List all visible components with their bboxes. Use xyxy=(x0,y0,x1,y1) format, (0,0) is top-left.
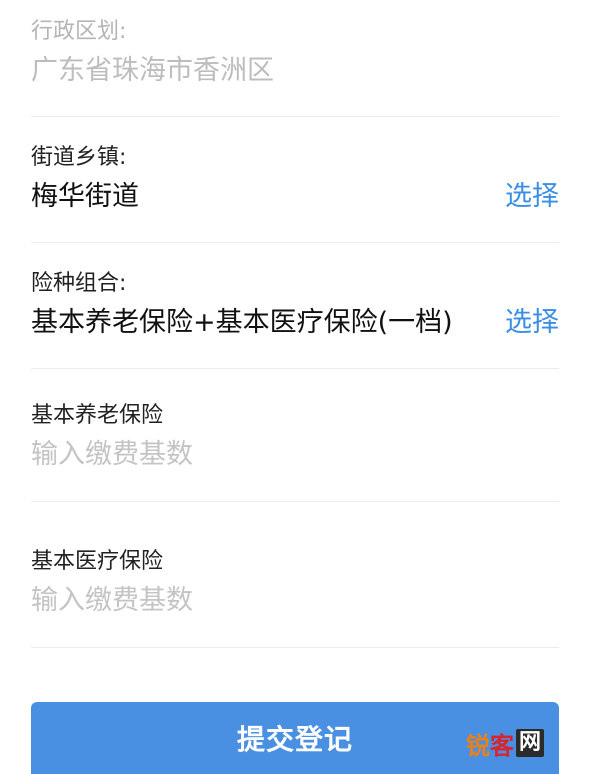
pension-field: 基本养老保险 输入缴费基数 xyxy=(31,402,559,482)
divider xyxy=(31,242,559,243)
insurance-combo-field: 险种组合: 基本养老保险+基本医疗保险(一档) 选择 xyxy=(31,270,559,350)
street-value: 梅华街道 xyxy=(31,181,139,212)
pension-base-input[interactable]: 输入缴费基数 xyxy=(31,438,193,472)
medical-field: 基本医疗保险 输入缴费基数 xyxy=(31,548,559,628)
medical-label: 基本医疗保险 xyxy=(31,549,164,574)
region-value: 广东省珠海市香洲区 xyxy=(31,55,274,86)
street-field: 街道乡镇: 梅华街道 选择 xyxy=(31,144,559,224)
watermark-part: 客 xyxy=(489,731,514,760)
pension-label: 基本养老保险 xyxy=(31,403,164,428)
divider xyxy=(31,501,559,502)
watermark-part: 网 xyxy=(515,729,544,757)
street-select-button[interactable]: 选择 xyxy=(505,180,559,214)
registration-form: 行政区划: 广东省珠海市香洲区 街道乡镇: 梅华街道 选择 险种组合: 基本养老… xyxy=(0,0,590,774)
watermark-logo: 锐 客 网 xyxy=(465,727,544,760)
watermark-part: 锐 xyxy=(465,731,490,760)
insurance-combo-label: 险种组合: xyxy=(31,271,127,296)
divider xyxy=(31,647,559,648)
divider xyxy=(31,116,559,117)
insurance-combo-value: 基本养老保险+基本医疗保险(一档) xyxy=(31,307,453,338)
medical-base-input[interactable]: 输入缴费基数 xyxy=(31,584,193,618)
region-label: 行政区划: xyxy=(31,19,127,44)
insurance-combo-select-button[interactable]: 选择 xyxy=(505,306,559,340)
divider xyxy=(31,368,559,369)
street-label: 街道乡镇: xyxy=(31,145,127,170)
region-field: 行政区划: 广东省珠海市香洲区 xyxy=(31,18,559,98)
